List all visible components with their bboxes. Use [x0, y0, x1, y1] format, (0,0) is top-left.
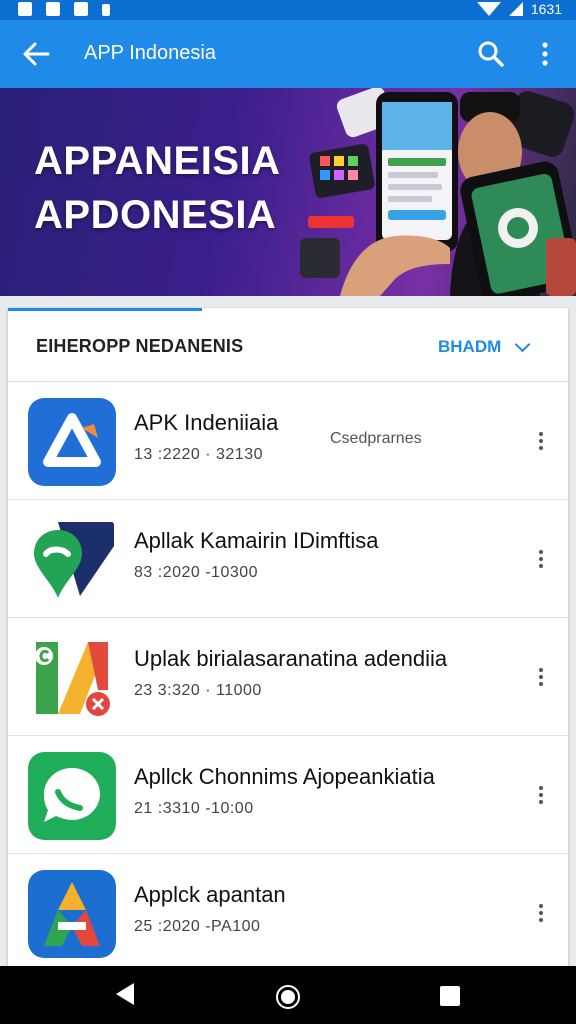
promo-banner[interactable]: APPANEISIA APDONESIA	[0, 88, 576, 296]
list-header: EIHEROPP NEDANENIS BHADM	[8, 308, 568, 382]
app-list-item[interactable]: Uplak birialasaranatina adendiia 23 3:32…	[8, 618, 568, 736]
app-list-item[interactable]: APK Indeniiaia 13 :2220 · 32130 Csedprar…	[8, 382, 568, 500]
app-name: Uplak birialasaranatina adendiia	[134, 646, 448, 671]
app-list-item[interactable]: Applck apantan 25 :2020 -PA100	[8, 854, 568, 968]
clock: 1631	[530, 1, 562, 17]
app-category: Csedprarnes	[330, 430, 422, 447]
sort-dropdown[interactable]: BHADM	[438, 332, 548, 362]
list-title: EIHEROPP NEDANENIS	[36, 336, 244, 356]
app-name: Apllak Kamairin IDimftisa	[134, 528, 379, 553]
search-icon	[478, 41, 504, 67]
banner-headline: APPANEISIA APDONESIA	[34, 134, 281, 242]
app-logo-icon	[28, 634, 116, 722]
wifi-icon	[476, 2, 501, 16]
system-icons: 1631	[476, 1, 562, 17]
nav-home-icon[interactable]	[276, 985, 300, 1009]
notification-icon	[102, 4, 110, 16]
app-meta: 23 3:320 · 11000	[134, 682, 262, 699]
item-more-button[interactable]	[530, 898, 552, 928]
overflow-menu-button[interactable]	[532, 36, 558, 72]
app-list-item[interactable]: Apllak Kamairin IDimftisa 83 :2020 -1030…	[8, 500, 568, 618]
app-logo-icon	[28, 870, 116, 958]
app-logo-icon	[28, 398, 116, 486]
app-meta: 83 :2020 -10300	[134, 564, 259, 581]
notification-icon	[46, 2, 60, 16]
chevron-down-icon	[515, 336, 531, 352]
arrow-back-icon	[23, 42, 50, 66]
signal-icon	[508, 2, 523, 16]
item-more-button[interactable]	[530, 426, 552, 456]
chat-app-icon	[28, 752, 116, 840]
app-name: Apllck Chonnims Ajopeankiatia	[134, 764, 435, 789]
app-meta: 25 :2020 -PA100	[134, 918, 261, 935]
item-more-button[interactable]	[530, 544, 552, 574]
app-name: APK Indeniiaia	[134, 410, 279, 435]
app-name: Applck apantan	[134, 882, 286, 907]
status-bar: 1631	[0, 0, 576, 20]
back-button[interactable]	[18, 36, 58, 72]
tab-indicator	[8, 308, 202, 311]
search-button[interactable]	[474, 36, 508, 72]
item-more-button[interactable]	[530, 662, 552, 692]
app-meta: 21 :3310 -10:00	[134, 800, 254, 817]
notification-icons	[18, 2, 110, 16]
banner-illustration	[300, 88, 576, 296]
app-list-item[interactable]: Apllck Chonnims Ajopeankiatia 21 :3310 -…	[8, 736, 568, 854]
banner-line-1: APPANEISIA	[34, 139, 281, 183]
sort-label: BHADM	[438, 337, 502, 356]
app-list-card: EIHEROPP NEDANENIS BHADM APK Indeniiaia …	[8, 308, 568, 968]
notification-icon	[74, 2, 88, 16]
app-bar: APP Indonesia	[0, 20, 576, 88]
app-meta: 13 :2220 · 32130	[134, 446, 263, 463]
more-vert-icon	[542, 42, 548, 66]
nav-recents-icon[interactable]	[440, 986, 460, 1006]
notification-icon	[18, 2, 32, 16]
page-title: APP Indonesia	[84, 42, 216, 64]
nav-back-icon[interactable]	[116, 983, 134, 1005]
item-more-button[interactable]	[530, 780, 552, 810]
app-logo-icon	[28, 516, 116, 604]
system-nav-bar	[0, 966, 576, 1024]
banner-line-2: APDONESIA	[34, 193, 277, 237]
